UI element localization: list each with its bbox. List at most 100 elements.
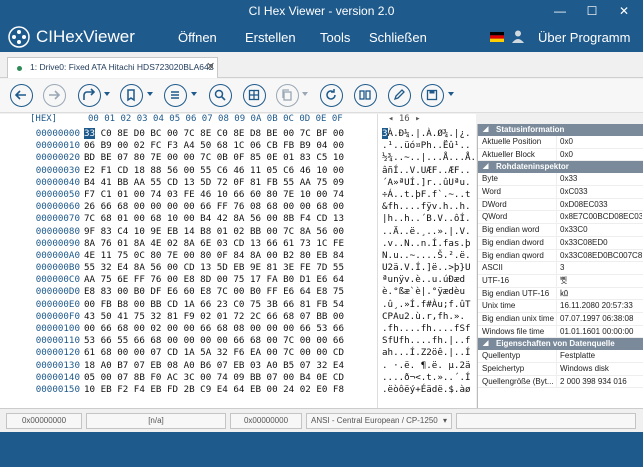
minimize-button[interactable]: —	[545, 0, 575, 22]
back-button[interactable]	[10, 84, 33, 107]
inspector-row[interactable]: Big endian unix time 07.07.1997 06:38:08	[478, 312, 643, 326]
inspector-row[interactable]: Aktueller Block 0x0	[478, 148, 643, 162]
hex-view[interactable]: [HEX] 00 01 02 03 04 05 06 07 08 09 0A 0…	[0, 114, 476, 408]
ascii-row[interactable]: âñÍ..V.UÆF..ÆF..	[382, 165, 472, 177]
ascii-row[interactable]: è.°ßæ`è|.°ÿædèu	[382, 286, 472, 298]
inspector-row[interactable]: Big endian qword 0x33C08ED0BC007C8E	[478, 249, 643, 263]
ascii-column[interactable]: 3À.Ð¼.|.À.Ø¾.|¿. .¹..üó¤Ph..Ëû¹.. ½¾..~..|…	[382, 128, 476, 396]
inspector-row[interactable]: Byte 0x33	[478, 173, 643, 187]
ascii-row[interactable]: .v..N..n.Í.fas.þ	[382, 238, 472, 250]
hex-row[interactable]: 7C 68 01 00 68 10 00 B4 42 8A 56 00 8B F…	[84, 213, 374, 225]
hex-row[interactable]: E2 F1 CD 18 88 56 00 55 C6 46 11 05 C6 4…	[84, 165, 374, 177]
ascii-row[interactable]: ..Ä..ë.¸..».|.V.	[382, 226, 472, 238]
inspector-row[interactable]: DWord 0xD08EC033	[478, 198, 643, 212]
hex-row[interactable]: 18 A0 B7 07 EB 08 A0 B6 07 EB 03 A0 B5 0…	[84, 360, 374, 372]
inspector-row[interactable]: ASCII 3	[478, 262, 643, 275]
inspector-section-header[interactable]: Rohdateninspektor	[478, 161, 643, 174]
hex-row[interactable]: B4 41 BB AA 55 CD 13 5D 72 0F 81 FB 55 A…	[84, 177, 374, 189]
ascii-row[interactable]: ah...Í.Z2öê.|..Í	[382, 347, 472, 359]
hex-row[interactable]: 9F 83 C4 10 9E EB 14 B8 01 02 BB 00 7C 8…	[84, 226, 374, 238]
hex-row[interactable]: AA 75 6E FF 76 00 E8 8D 00 75 17 FA B0 D…	[84, 274, 374, 286]
close-tab-icon[interactable]: ✕	[206, 60, 215, 73]
inspector-row[interactable]: Big endian dword 0x33C08ED0	[478, 236, 643, 250]
hex-row[interactable]: 53 66 55 66 68 00 00 00 00 66 68 00 7C 0…	[84, 335, 374, 347]
ascii-row[interactable]: ....ð¬<.t.»..´.Í	[382, 372, 472, 384]
menu-create[interactable]: Erstellen	[245, 30, 296, 45]
ascii-row[interactable]: ½¾..~..|...Å...Å.	[382, 152, 476, 164]
ascii-row[interactable]: CPAu2.ù.r,fh.».	[382, 311, 472, 323]
ascii-row[interactable]: N.u..~....Š.².ë.	[382, 250, 472, 262]
inspector-row[interactable]: Big endian UTF-16 ㏀	[478, 287, 643, 301]
ascii-row[interactable]: ´A»ªUÍ.]r..ûUªu.	[382, 177, 472, 189]
hex-row[interactable]: BD BE 07 80 7E 00 00 7C 0B 0F 85 0E 01 8…	[84, 152, 374, 164]
hex-row[interactable]: 55 32 E4 8A 56 00 CD 13 5D EB 9E 81 3E F…	[84, 262, 374, 274]
ascii-row[interactable]: SfUfh....fh.|..f	[382, 335, 472, 347]
inspector-row[interactable]: Big endian word 0x33C0	[478, 224, 643, 237]
menu-open[interactable]: Öffnen	[178, 30, 217, 45]
bookmark-button[interactable]	[120, 84, 143, 107]
document-tab[interactable]: 1: Drive0: Fixed ATA Hitachi HDS723020BL…	[7, 57, 218, 78]
inspector-row[interactable]: Windows file time 01.01.1601 00:00:00	[478, 325, 643, 339]
edit-button[interactable]	[388, 84, 411, 107]
inspector-row[interactable]: Aktuelle Position 0x0	[478, 136, 643, 149]
ascii-row[interactable]: U2ä.V.Í.]ë..>þ}U	[382, 262, 472, 274]
ascii-row[interactable]: .¹..üó¤Ph..Ëû¹..	[382, 140, 472, 152]
hex-row[interactable]: 33 C0 8E D0 BC 00 7C 8E C0 8E D8 BE 00 7…	[84, 128, 374, 140]
selected-char[interactable]: 3	[382, 128, 388, 139]
hex-row[interactable]: 05 00 07 8B F0 AC 3C 00 74 09 BB 07 00 B…	[84, 372, 374, 384]
inspector-section-header[interactable]: Statusinformation	[478, 124, 643, 136]
hex-row[interactable]: F7 C1 01 00 74 03 FE 46 10 66 60 80 7E 1…	[84, 189, 374, 201]
maximize-button[interactable]: ☐	[577, 0, 607, 22]
inspector-row[interactable]: UTF-16 쀳	[478, 274, 643, 288]
search-button[interactable]	[209, 84, 232, 107]
ascii-row[interactable]: .fh....fh....fSf	[382, 323, 472, 335]
hex-row[interactable]: 43 50 41 75 32 81 F9 02 01 72 2C 66 68 0…	[84, 311, 374, 323]
bookmark-dropdown-icon[interactable]	[147, 92, 153, 96]
hex-row[interactable]: 26 66 68 00 00 00 00 66 FF 76 08 68 00 0…	[84, 201, 374, 213]
inspector-row[interactable]: QWord 0x8E7C00BCD08EC033	[478, 211, 643, 225]
goto-button[interactable]	[78, 84, 101, 107]
menu-close[interactable]: Schließen	[369, 30, 427, 45]
hex-row[interactable]: 06 B9 00 02 FC F3 A4 50 68 1C 06 CB FB B…	[84, 140, 374, 152]
hex-row[interactable]: 00 FB B8 00 BB CD 1A 66 23 C0 75 3B 66 8…	[84, 299, 374, 311]
hex-row[interactable]: 00 66 68 00 02 00 00 66 68 08 00 00 00 6…	[84, 323, 374, 335]
hex-row[interactable]: 8A 76 01 8A 4E 02 8A 6E 03 CD 13 66 61 7…	[84, 238, 374, 250]
refresh-button[interactable]	[320, 84, 343, 107]
user-icon[interactable]	[511, 29, 525, 43]
compare-button[interactable]	[354, 84, 377, 107]
hex-row[interactable]: E8 83 00 B0 DF E6 60 E8 7C 00 B0 FF E6 6…	[84, 286, 374, 298]
hex-row[interactable]: 4E 11 75 0C 80 7E 00 80 0F 84 8A 00 B2 8…	[84, 250, 374, 262]
goto-dropdown-icon[interactable]	[104, 92, 110, 96]
hex-row[interactable]: 61 68 00 00 07 CD 1A 5A 32 F6 EA 00 7C 0…	[84, 347, 374, 359]
forward-button[interactable]	[43, 84, 66, 107]
ascii-row[interactable]: |h..h..´B.V..ôÍ.	[382, 213, 472, 225]
selected-byte[interactable]: 33	[84, 128, 96, 139]
save-button[interactable]	[421, 84, 444, 107]
menu-tools[interactable]: Tools	[320, 30, 350, 45]
encoding-select[interactable]: ANSI - Central European / CP-1250 ▾	[306, 413, 452, 429]
german-flag-icon[interactable]	[490, 32, 504, 42]
ascii-row[interactable]: .û¸.»Í.f#Àu;f.ûT	[382, 299, 472, 311]
inspector-section-header[interactable]: Eigenschaften von Datenquelle	[478, 338, 643, 351]
list-dropdown-icon[interactable]	[191, 92, 197, 96]
ascii-row[interactable]: . ·.ë. ¶.ë. µ.2ä	[382, 360, 472, 372]
ascii-row[interactable]: ÷Á..t.þF.f`.~..t	[382, 189, 472, 201]
inspector-row[interactable]: Unix time 16.11.2080 20:57:33	[478, 300, 643, 313]
ascii-row[interactable]: .ëòôëý+Éädë.$.àø	[382, 384, 472, 396]
inspector-row[interactable]: Quellengröße (Byt... 2 000 398 934 016	[478, 375, 643, 389]
list-button[interactable]	[164, 84, 187, 107]
copy-button[interactable]	[276, 84, 299, 107]
copy-dropdown-icon[interactable]	[302, 92, 308, 96]
page-indicator[interactable]: ◂ 16 ▸	[388, 114, 421, 126]
ascii-row[interactable]: 3À.Ð¼.|.À.Ø¾.|¿.	[382, 128, 472, 140]
ascii-row[interactable]: ªunÿv.è..u.úÐæd	[382, 274, 472, 286]
inspector-row[interactable]: Quellentyp Festplatte	[478, 350, 643, 364]
hex-column[interactable]: 33 C0 8E D0 BC 00 7C 8E C0 8E D8 BE 00 7…	[84, 128, 374, 396]
save-dropdown-icon[interactable]	[448, 92, 454, 96]
menu-about[interactable]: Über Programm	[538, 30, 630, 45]
inspector-row[interactable]: Word 0xC033	[478, 186, 643, 199]
ascii-row[interactable]: &fh....fÿv.h..h.	[382, 201, 472, 213]
grid-button[interactable]	[243, 84, 266, 107]
inspector-row[interactable]: Speichertyp Windows disk	[478, 363, 643, 376]
close-window-button[interactable]: ✕	[609, 0, 639, 22]
